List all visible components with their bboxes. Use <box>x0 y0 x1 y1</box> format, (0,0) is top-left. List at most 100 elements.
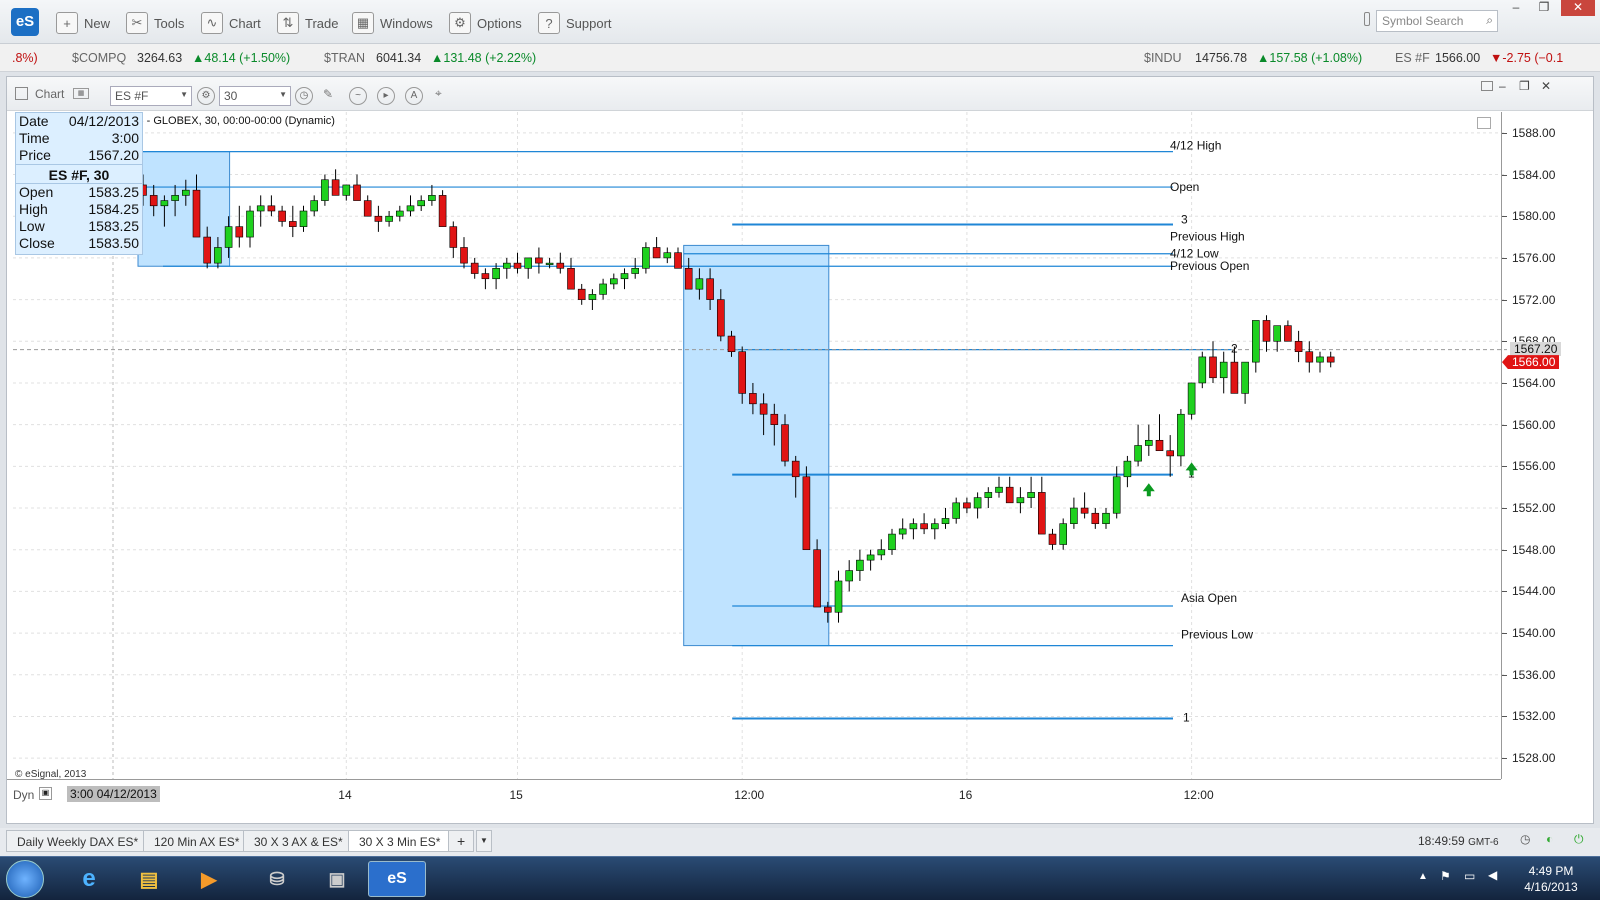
candle-body[interactable] <box>481 273 490 280</box>
minimize-button[interactable]: – <box>1503 0 1529 16</box>
candle-body[interactable] <box>342 184 351 196</box>
candle-body[interactable] <box>609 278 618 285</box>
candle-body[interactable] <box>1252 320 1260 363</box>
candle-body[interactable] <box>813 549 821 608</box>
candle-body[interactable] <box>492 268 500 280</box>
candle-body[interactable] <box>438 195 447 227</box>
clock-icon[interactable]: ◷ <box>295 87 313 105</box>
candle-body[interactable] <box>182 189 190 196</box>
candle-body[interactable] <box>1070 507 1078 524</box>
candle-body[interactable] <box>1112 476 1121 514</box>
candle-body[interactable] <box>321 179 329 201</box>
tab-1[interactable]: Daily Weekly DAX ES* <box>6 830 150 852</box>
candle-body[interactable] <box>535 257 543 264</box>
candle-body[interactable] <box>160 200 169 207</box>
tab-4[interactable]: 30 X 3 Min ES* <box>348 830 452 852</box>
start-button[interactable] <box>6 860 44 898</box>
candle-body[interactable] <box>214 247 222 264</box>
esignal-logo[interactable]: eS <box>11 8 39 36</box>
candle-body[interactable] <box>1316 356 1324 363</box>
candle-body[interactable] <box>524 257 533 269</box>
candle-body[interactable] <box>556 262 565 269</box>
candle-body[interactable] <box>1187 382 1196 415</box>
candle-body[interactable] <box>909 523 918 530</box>
play-icon[interactable]: ▸ <box>377 87 395 105</box>
candle-body[interactable] <box>663 252 672 259</box>
candle-body[interactable] <box>299 210 308 227</box>
candle-body[interactable] <box>1155 439 1164 452</box>
computer-icon[interactable]: ▣ <box>308 861 366 897</box>
candle-body[interactable] <box>1294 340 1303 353</box>
candle-body[interactable] <box>545 262 554 265</box>
candle-body[interactable] <box>203 236 211 264</box>
candle-body[interactable] <box>470 262 479 274</box>
candle-body[interactable] <box>995 486 1003 493</box>
add-tab-button[interactable]: + <box>448 830 475 852</box>
candle-body[interactable] <box>727 335 736 353</box>
time-axis[interactable]: Dyn ▣ 3:00 04/12/2013 14 15 12:00 16 12:00 <box>7 779 1501 809</box>
candle-body[interactable] <box>310 200 319 212</box>
candle-body[interactable] <box>460 247 468 264</box>
candle-body[interactable] <box>171 195 179 201</box>
candle-body[interactable] <box>374 215 383 222</box>
candle-body[interactable] <box>631 268 640 274</box>
candle-body[interactable] <box>428 195 436 201</box>
system-clock[interactable]: 4:49 PM 4/16/2013 <box>1508 863 1594 895</box>
candle-body[interactable] <box>246 210 254 238</box>
internet-explorer-icon[interactable]: e <box>60 861 118 897</box>
pin-icon[interactable] <box>1364 12 1370 26</box>
candle-body[interactable] <box>823 606 832 613</box>
candle-body[interactable] <box>599 283 607 295</box>
pencil-icon[interactable]: ✎ <box>323 87 333 101</box>
candle-body[interactable] <box>749 393 757 405</box>
candle-body[interactable] <box>888 533 896 551</box>
candle-body[interactable] <box>1080 507 1089 514</box>
buy-arrow-icon[interactable] <box>1142 483 1155 497</box>
tag-icon[interactable]: ⌖ <box>435 86 442 101</box>
candle-body[interactable] <box>224 226 233 248</box>
candle-body[interactable] <box>1209 356 1217 379</box>
candle-body[interactable] <box>920 523 928 530</box>
candle-body[interactable] <box>1198 356 1207 384</box>
candle-body[interactable] <box>1166 450 1174 457</box>
candle-body[interactable] <box>652 247 661 259</box>
candle-body[interactable] <box>973 497 982 509</box>
candle-body[interactable] <box>588 294 597 300</box>
link-icon[interactable]: ▦ <box>73 88 89 99</box>
candle-body[interactable] <box>866 554 875 561</box>
candle-body[interactable] <box>288 221 297 227</box>
candle-body[interactable] <box>1219 361 1228 379</box>
study-icon[interactable]: ~ <box>349 87 367 105</box>
window-maximize-icon[interactable]: ❐ <box>1519 79 1530 93</box>
candle-body[interactable] <box>684 268 693 290</box>
candle-body[interactable] <box>1102 512 1110 524</box>
toolbar-chart-button[interactable]: ∿ Chart <box>201 12 261 34</box>
tab-2[interactable]: 120 Min AX ES* <box>143 830 251 852</box>
tab-3[interactable]: 30 X 3 AX & ES* <box>243 830 354 852</box>
ticker-symbol[interactable]: $TRAN <box>324 51 365 65</box>
candle-body[interactable] <box>1145 439 1153 446</box>
folder-icon[interactable]: ▤ <box>120 861 178 897</box>
candle-body[interactable] <box>770 413 779 425</box>
candle-body[interactable] <box>963 502 971 509</box>
close-button[interactable]: ✕ <box>1561 0 1595 16</box>
candle-body[interactable] <box>235 226 244 238</box>
candle-body[interactable] <box>695 278 704 290</box>
volume-icon[interactable]: ◀ <box>1488 868 1497 882</box>
candle-body[interactable] <box>1016 497 1025 504</box>
candle-body[interactable] <box>331 179 340 196</box>
candle-body[interactable] <box>417 200 426 207</box>
toolbar-options-button[interactable]: ⚙ Options <box>449 12 522 34</box>
candle-body[interactable] <box>834 580 843 613</box>
restore-button[interactable]: ❐ <box>1531 0 1557 16</box>
candle-body[interactable] <box>406 205 415 212</box>
candle-body[interactable] <box>759 403 768 415</box>
candle-body[interactable] <box>353 184 361 201</box>
toolbar-trade-button[interactable]: ⇅ Trade <box>277 12 338 34</box>
window-close-icon[interactable]: ✕ <box>1541 79 1551 93</box>
network-icon[interactable]: ⛁ <box>248 861 306 897</box>
candle-body[interactable] <box>716 299 725 337</box>
candle-body[interactable] <box>1305 351 1314 363</box>
candle-body[interactable] <box>395 210 404 217</box>
candle-body[interactable] <box>856 559 864 571</box>
